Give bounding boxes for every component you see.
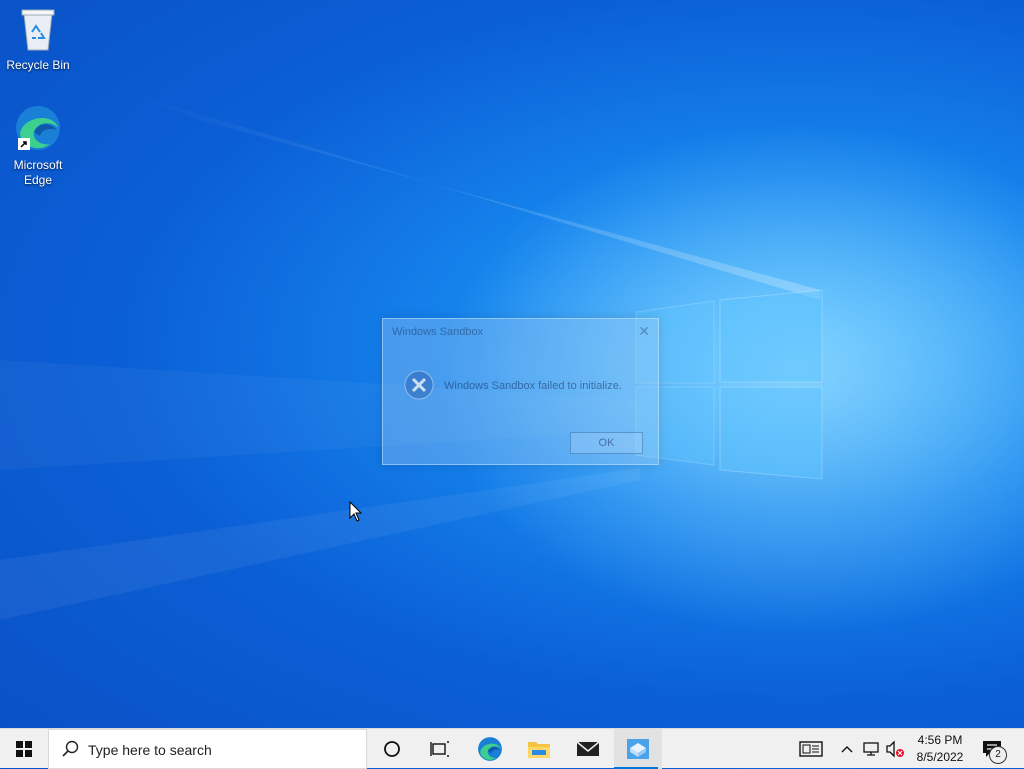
search-placeholder: Type here to search <box>88 742 212 758</box>
recycle-bin-icon <box>0 6 76 56</box>
show-hidden-icons-button[interactable] <box>838 729 856 769</box>
edge-icon <box>478 737 502 761</box>
task-view-icon <box>430 741 449 757</box>
ok-button[interactable]: OK <box>570 432 643 454</box>
edge-icon <box>0 104 76 156</box>
mail-icon <box>576 741 600 756</box>
desktop-icon-label: Recycle Bin <box>6 58 70 72</box>
news-icon <box>799 741 823 757</box>
volume-button[interactable] <box>884 729 906 769</box>
close-icon[interactable]: ✕ <box>638 323 650 340</box>
error-icon <box>403 369 435 406</box>
taskbar-mail-button[interactable] <box>564 729 612 769</box>
desktop-icon-recycle-bin[interactable]: Recycle Bin <box>0 6 76 73</box>
clock-date: 8/5/2022 <box>916 750 964 764</box>
desktop-icon-label: Microsoft Edge <box>13 158 63 187</box>
windows-logo-icon <box>16 741 32 757</box>
chevron-up-icon <box>841 746 853 753</box>
mouse-cursor-icon <box>349 501 363 522</box>
clock-time: 4:56 PM <box>917 733 963 747</box>
task-view-button[interactable] <box>416 729 464 769</box>
volume-muted-icon <box>886 740 904 758</box>
network-icon <box>863 742 879 756</box>
file-explorer-icon <box>528 742 550 758</box>
dialog-title: Windows Sandbox <box>392 326 484 338</box>
taskbar-windows-sandbox-button[interactable] <box>614 729 662 769</box>
cortana-button[interactable] <box>368 729 416 769</box>
taskbar-search-box[interactable]: Type here to search <box>48 729 367 769</box>
cortana-icon <box>384 741 400 757</box>
desktop-icon-microsoft-edge[interactable]: Microsoft Edge <box>0 104 76 188</box>
search-icon <box>62 740 79 757</box>
start-button[interactable] <box>0 729 48 769</box>
network-button[interactable] <box>860 729 882 769</box>
taskbar-file-explorer-button[interactable] <box>515 729 563 769</box>
taskbar-clock[interactable]: 4:56 PM 8/5/2022 <box>906 732 974 766</box>
notification-count-badge: 2 <box>989 746 1007 764</box>
error-dialog[interactable]: Windows Sandbox ✕ Windows Sandbox failed… <box>382 318 659 465</box>
windows-sandbox-icon <box>627 739 649 759</box>
taskbar: Type here to search 4:56 PM 8/5/2022 <box>0 728 1024 769</box>
dialog-message: Windows Sandbox failed to initialize. <box>444 380 622 392</box>
taskbar-edge-button[interactable] <box>466 729 514 769</box>
news-and-interests-button[interactable] <box>796 729 826 769</box>
